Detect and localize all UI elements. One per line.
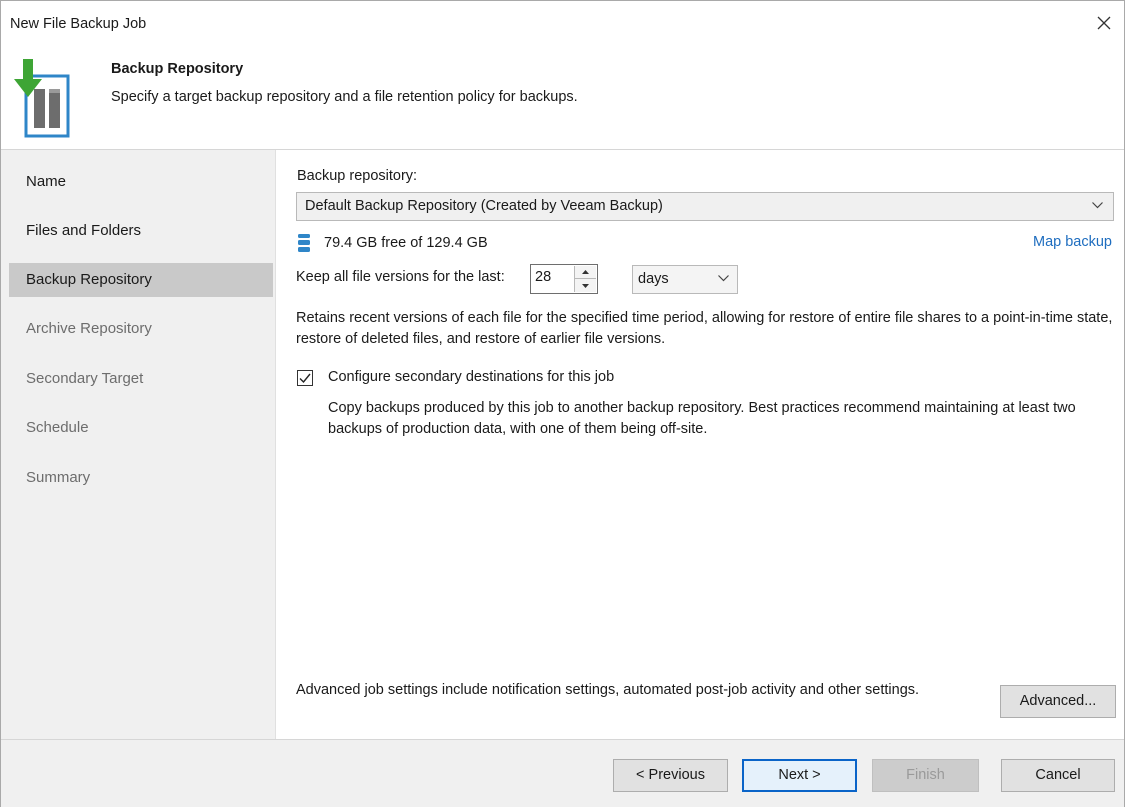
title-bar: New File Backup Job xyxy=(1,1,1124,47)
previous-button[interactable]: < Previous xyxy=(613,759,728,792)
step-files-and-folders[interactable]: Files and Folders xyxy=(9,214,273,248)
close-icon[interactable] xyxy=(1092,11,1116,35)
backup-repository-icon xyxy=(14,59,72,139)
page-title: Backup Repository xyxy=(111,61,244,77)
wizard-footer: < Previous Next > Finish Cancel xyxy=(1,739,1124,807)
finish-button[interactable]: Finish xyxy=(872,759,979,792)
step-summary[interactable]: Summary xyxy=(9,461,273,495)
secondary-destinations-label[interactable]: Configure secondary destinations for thi… xyxy=(328,369,614,385)
wizard-window: New File Backup Job Backup Repository Sp… xyxy=(0,0,1125,807)
backup-repository-select[interactable]: Default Backup Repository (Created by Ve… xyxy=(296,192,1114,221)
retention-unit-value: days xyxy=(638,271,669,287)
wizard-header: Backup Repository Specify a target backu… xyxy=(1,47,1124,149)
advanced-button[interactable]: Advanced... xyxy=(1000,685,1116,718)
keep-versions-stepper[interactable]: 28 xyxy=(530,264,598,294)
step-archive-repository[interactable]: Archive Repository xyxy=(9,312,273,346)
database-icon xyxy=(298,234,310,252)
step-schedule[interactable]: Schedule xyxy=(9,411,273,445)
secondary-destinations-checkbox[interactable] xyxy=(297,370,313,386)
advanced-settings-description: Advanced job settings include notificati… xyxy=(296,682,920,698)
step-name[interactable]: Name xyxy=(9,165,273,199)
next-button[interactable]: Next > xyxy=(742,759,857,792)
retention-unit-select[interactable]: days xyxy=(632,265,738,294)
free-space-text: 79.4 GB free of 129.4 GB xyxy=(324,235,488,251)
map-backup-link[interactable]: Map backup xyxy=(1033,234,1112,250)
cancel-button[interactable]: Cancel xyxy=(1001,759,1115,792)
page-subtitle: Specify a target backup repository and a… xyxy=(111,89,578,105)
keep-versions-label: Keep all file versions for the last: xyxy=(296,269,505,285)
wizard-steps-sidebar: Name Files and Folders Backup Repository… xyxy=(1,150,276,739)
backup-repository-label: Backup repository: xyxy=(297,168,418,184)
retention-description: Retains recent versions of each file for… xyxy=(296,310,1113,347)
window-title: New File Backup Job xyxy=(10,16,147,32)
stepper-down-icon[interactable] xyxy=(575,279,596,292)
checkmark-icon xyxy=(299,373,311,384)
step-backup-repository[interactable]: Backup Repository xyxy=(9,263,273,297)
stepper-up-icon[interactable] xyxy=(575,266,596,279)
chevron-down-icon xyxy=(1092,202,1103,209)
stepper-buttons xyxy=(574,266,596,292)
step-content: Backup repository: Default Backup Reposi… xyxy=(276,150,1125,739)
backup-repository-value: Default Backup Repository (Created by Ve… xyxy=(305,198,663,214)
free-space-info: 79.4 GB free of 129.4 GB xyxy=(298,232,488,254)
keep-versions-value[interactable]: 28 xyxy=(535,269,551,285)
step-secondary-target[interactable]: Secondary Target xyxy=(9,362,273,396)
secondary-destinations-description: Copy backups produced by this job to ano… xyxy=(328,400,1076,437)
chevron-down-icon xyxy=(718,275,729,282)
